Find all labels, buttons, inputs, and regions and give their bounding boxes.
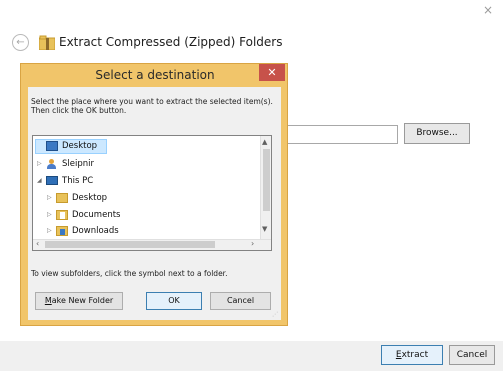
subfolder-hint: To view subfolders, click the symbol nex… [31,269,228,278]
wizard-cancel-button[interactable]: Cancel [449,345,495,365]
downloads-folder-icon [56,225,68,236]
dialog-body: Select the place where you want to extra… [28,87,281,320]
documents-folder-icon [56,209,68,220]
zip-folder-icon [39,35,55,50]
tree-item-label: Downloads [72,226,119,236]
dialog-title: Select a destination [95,68,215,82]
scroll-left-icon[interactable]: ‹ [36,239,39,248]
user-icon [46,158,58,169]
computer-icon [46,176,58,185]
vertical-scroll-thumb[interactable] [263,149,270,211]
wizard-title: Extract Compressed (Zipped) Folders [59,35,283,49]
tree-item-documents[interactable]: ▷ Documents [47,207,120,222]
tree-item-this-pc[interactable]: ◢ This PC [37,173,93,188]
destination-path-input[interactable] [286,125,398,144]
expand-arrow-icon[interactable]: ▷ [37,156,46,171]
expand-arrow-icon[interactable]: ▷ [47,190,56,205]
desktop-icon [46,140,58,151]
tree-item-label: This PC [62,176,94,186]
ok-button[interactable]: OK [146,292,202,310]
dialog-instructions: Select the place where you want to extra… [31,97,273,115]
dialog-close-icon[interactable]: ✕ [259,64,285,81]
tree-item-desktop[interactable]: Desktop [35,139,107,154]
folder-icon [56,192,68,203]
collapse-arrow-icon[interactable]: ◢ [37,173,46,188]
new-folder-label: ake New Folder [51,296,114,305]
tree-item-sleipnir[interactable]: ▷ Sleipnir [37,156,94,171]
back-arrow-icon[interactable]: ← [12,34,29,51]
scroll-down-icon[interactable]: ▼ [262,225,267,233]
new-folder-mnemonic: M [44,296,52,305]
scroll-up-icon[interactable]: ▲ [262,138,267,146]
expand-arrow-icon[interactable]: ▷ [47,223,56,238]
close-icon[interactable]: × [479,2,497,18]
expand-arrow-icon[interactable]: ▷ [47,207,56,222]
tree-item-downloads[interactable]: ▷ Downloads [47,223,119,238]
make-new-folder-button[interactable]: Make New Folder [35,292,123,310]
horizontal-scroll-thumb[interactable] [45,241,215,248]
dialog-cancel-button[interactable]: Cancel [210,292,271,310]
tree-item-pc-desktop[interactable]: ▷ Desktop [47,190,107,205]
tree-item-label: Sleipnir [62,159,94,169]
select-destination-dialog: Select a destination ✕ Select the place … [20,63,288,326]
tree-item-label: Desktop [72,193,108,203]
browse-button[interactable]: Browse... [404,123,470,144]
extract-label: xtract [401,350,429,360]
extract-button[interactable]: Extract [381,345,443,365]
tree-item-label: Desktop [62,141,98,151]
resize-grip-icon[interactable]: ⋰ [272,311,278,318]
scroll-right-icon[interactable]: › [251,239,254,248]
folder-tree[interactable]: Desktop ▷ Sleipnir ◢ This PC ▷ Desktop ▷ Doc… [32,135,272,251]
tree-item-label: Documents [72,210,121,220]
